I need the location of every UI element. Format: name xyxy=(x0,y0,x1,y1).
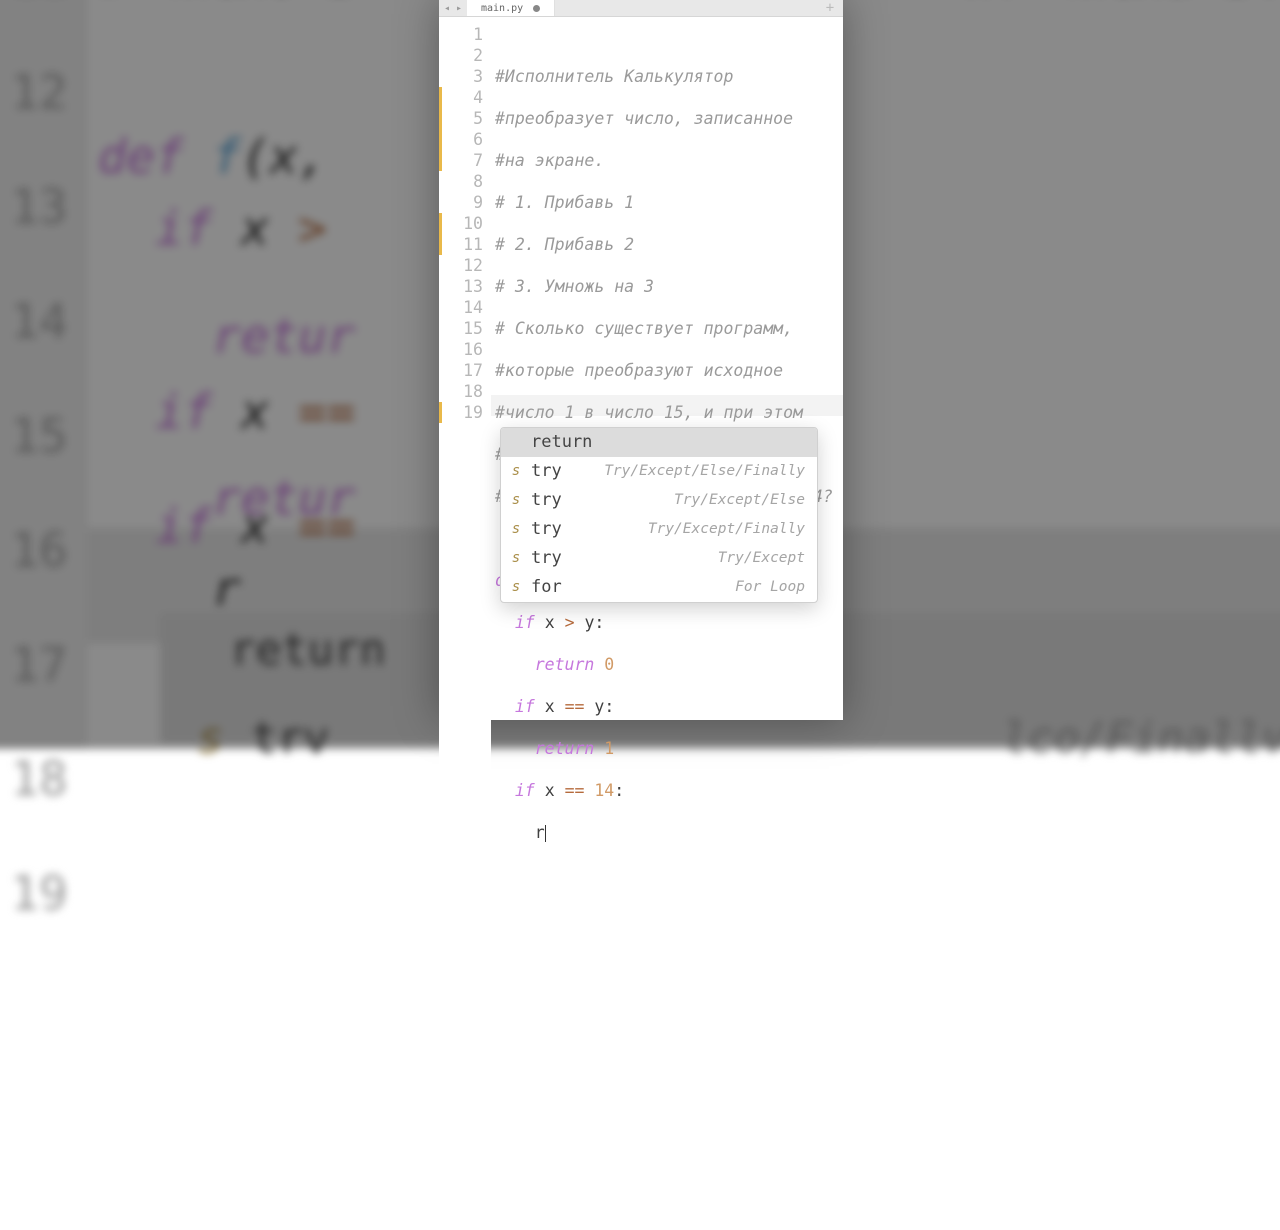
bg-line-number: 12 xyxy=(0,36,87,150)
bg-line-number: 15 xyxy=(0,379,87,493)
bg-line-number: 14 xyxy=(0,265,87,379)
autocomplete-desc: Try/Except xyxy=(718,544,805,573)
autocomplete-word: return xyxy=(531,428,592,457)
autocomplete-word: try xyxy=(531,457,562,486)
bg-line-number: 18 xyxy=(0,723,87,837)
autocomplete-desc: For Loop xyxy=(735,573,805,602)
code-line: #на экране. xyxy=(495,151,604,170)
autocomplete-word: try xyxy=(531,515,562,544)
code-line: r xyxy=(495,822,843,843)
bg-line-number: 16 xyxy=(0,494,87,608)
autocomplete-kind-icon: s xyxy=(509,573,523,602)
bg-line-number: 11 xyxy=(0,0,87,36)
text-caret xyxy=(545,825,546,842)
code-line: #преобразует число, записанное xyxy=(495,109,793,128)
bg-line-number: 13 xyxy=(0,150,87,264)
tab-nav-arrows[interactable]: ◂ ▸ xyxy=(439,0,467,16)
autocomplete-item[interactable]: s for For Loop xyxy=(501,573,817,602)
autocomplete-kind-icon: s xyxy=(509,544,523,573)
tab-label: main.py xyxy=(481,3,523,14)
bg-line-number: 17 xyxy=(0,608,87,722)
autocomplete-desc: Try/Except/Else/Finally xyxy=(604,457,805,486)
autocomplete-item[interactable]: s try Try/Except/Else xyxy=(501,486,817,515)
autocomplete-word: try xyxy=(531,544,562,573)
editor-window: ◂ ▸ main.py + 12345678910111213141516171… xyxy=(439,0,843,720)
code-line: if x == y: xyxy=(495,696,843,717)
autocomplete-item[interactable]: s try Try/Except xyxy=(501,544,817,573)
code-line: #которые преобразуют исходное xyxy=(495,361,783,380)
tab-bar: ◂ ▸ main.py + xyxy=(439,0,843,17)
autocomplete-kind-icon: s xyxy=(509,515,523,544)
code-line: #число 1 в число 15, и при этом xyxy=(495,403,803,422)
autocomplete-item[interactable]: s try Try/Except/Finally xyxy=(501,515,817,544)
line-gutter: 12345678910111213141516171819 xyxy=(439,17,491,885)
code-line: if x > y: xyxy=(495,612,843,633)
code-line: return 1 xyxy=(495,738,843,759)
bg-line-number: 19 xyxy=(0,837,87,951)
tab-add-button[interactable]: + xyxy=(817,0,843,16)
code-line: # 3. Умножь на 3 xyxy=(495,277,654,296)
autocomplete-word: for xyxy=(531,573,562,602)
code-line: # 1. Прибавь 1 xyxy=(495,193,634,212)
autocomplete-item[interactable]: s try Try/Except/Else/Finally xyxy=(501,457,817,486)
unsaved-dot-icon xyxy=(533,5,540,12)
autocomplete-kind-icon: s xyxy=(509,486,523,515)
tab-main-py[interactable]: main.py xyxy=(467,0,555,16)
bg-gutter: 11 12 13 14 15 16 17 18 19 xyxy=(0,0,87,749)
autocomplete-kind-icon: s xyxy=(509,457,523,486)
code-line: return 0 xyxy=(495,654,843,675)
autocomplete-word: try xyxy=(531,486,562,515)
autocomplete-desc: Try/Except/Finally xyxy=(648,515,805,544)
code-line: #Исполнитель Калькулятор xyxy=(495,67,733,86)
autocomplete-desc: Try/Except/Else xyxy=(674,486,805,515)
code-line: # Сколько существует программ, xyxy=(495,319,793,338)
autocomplete-item[interactable]: return xyxy=(501,428,817,457)
code-line: if x == 14: xyxy=(495,780,843,801)
autocomplete-popup: return s try Try/Except/Else/Finally s t… xyxy=(500,427,818,603)
code-line: # 2. Прибавь 2 xyxy=(495,235,634,254)
